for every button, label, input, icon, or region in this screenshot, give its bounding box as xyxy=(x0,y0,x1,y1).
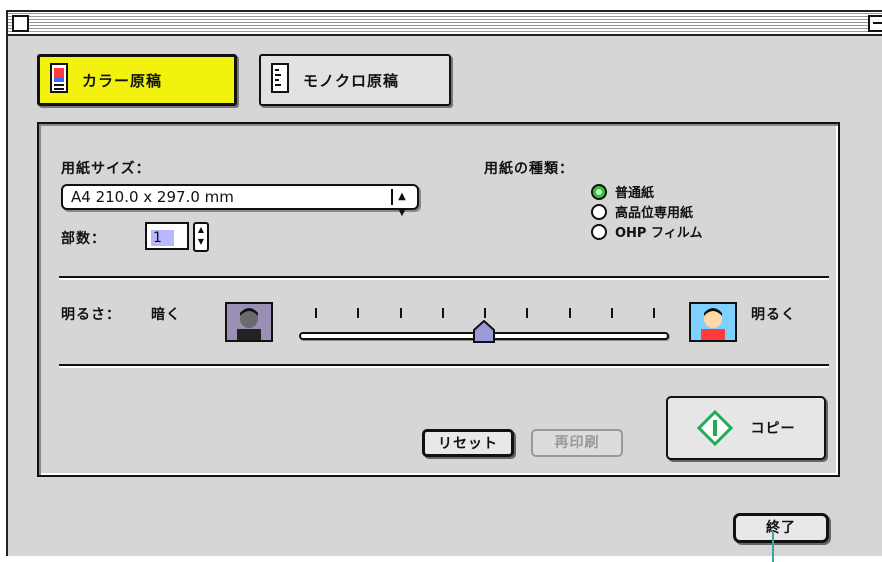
paper-type-plain-label: 普通紙 xyxy=(615,186,655,201)
slider-tick xyxy=(357,308,360,318)
slider-tick xyxy=(653,308,655,318)
slider-tick xyxy=(399,308,402,318)
radio-unselected-icon xyxy=(591,203,607,220)
slider-tick xyxy=(441,308,444,318)
select-arrows-icon: ▲ ▼ xyxy=(391,189,411,218)
zoom-box[interactable] xyxy=(868,15,882,32)
paper-type-ohp-option[interactable]: OHP フィルム xyxy=(591,222,702,241)
divider xyxy=(59,364,829,366)
mono-document-icon xyxy=(271,63,289,97)
brightness-light-label: 明るく xyxy=(751,307,796,323)
paper-type-plain-option[interactable]: 普通紙 xyxy=(591,182,654,201)
radio-selected-icon xyxy=(591,183,607,200)
tab-color-original[interactable]: カラー原稿 xyxy=(37,54,237,106)
tab-mono-label: モノクロ原稿 xyxy=(303,71,400,90)
title-bar[interactable] xyxy=(8,12,882,36)
tab-mono-original[interactable]: モノクロ原稿 xyxy=(259,54,451,106)
copies-input[interactable]: 1 xyxy=(145,222,189,250)
brightness-dark-label: 暗く xyxy=(151,307,181,323)
copies-value: 1 xyxy=(151,230,174,246)
copy-button-label: コピー xyxy=(750,421,796,437)
divider xyxy=(59,276,829,278)
paper-type-premium-label: 高品位専用紙 xyxy=(615,206,694,221)
radio-unselected-icon xyxy=(591,223,607,240)
color-document-icon xyxy=(50,63,68,97)
paper-size-value: A4 210.0 x 297.0 mm xyxy=(71,188,234,206)
paper-type-ohp-label: OHP フィルム xyxy=(615,226,703,241)
tab-color-label: カラー原稿 xyxy=(82,71,163,90)
start-diamond-icon xyxy=(696,410,733,446)
pointer-indicator xyxy=(772,532,774,562)
brightness-label: 明るさ： xyxy=(61,307,121,323)
slider-tick xyxy=(610,308,613,318)
paper-size-label: 用紙サイズ： xyxy=(61,161,151,177)
slider-tick xyxy=(526,308,529,318)
close-box[interactable] xyxy=(12,15,29,32)
copy-dialog-window: カラー原稿 モノクロ原稿 用紙サイズ： A4 210.0 x 297.0 mm … xyxy=(6,10,882,556)
paper-type-premium-option[interactable]: 高品位専用紙 xyxy=(591,202,693,221)
light-face-icon xyxy=(689,302,737,342)
brightness-slider-thumb[interactable] xyxy=(472,320,496,344)
paper-size-select[interactable]: A4 210.0 x 297.0 mm ▲ ▼ xyxy=(61,184,419,218)
exit-button[interactable]: 終了 xyxy=(733,513,829,543)
slider-tick xyxy=(568,308,571,318)
reprint-button[interactable]: 再印刷 xyxy=(531,429,623,457)
reset-button[interactable]: リセット xyxy=(422,429,514,457)
paper-type-label: 用紙の種類： xyxy=(484,161,574,177)
copy-button[interactable]: コピー xyxy=(666,396,826,460)
copies-label: 部数： xyxy=(61,231,106,247)
settings-panel: 用紙サイズ： A4 210.0 x 297.0 mm ▲ ▼ 部数： 1 ▲ ▼ 用… xyxy=(37,122,840,477)
slider-tick xyxy=(484,308,486,318)
slider-tick xyxy=(315,308,317,318)
copies-stepper[interactable]: ▲ ▼ xyxy=(193,222,209,252)
dark-face-icon xyxy=(225,302,273,342)
